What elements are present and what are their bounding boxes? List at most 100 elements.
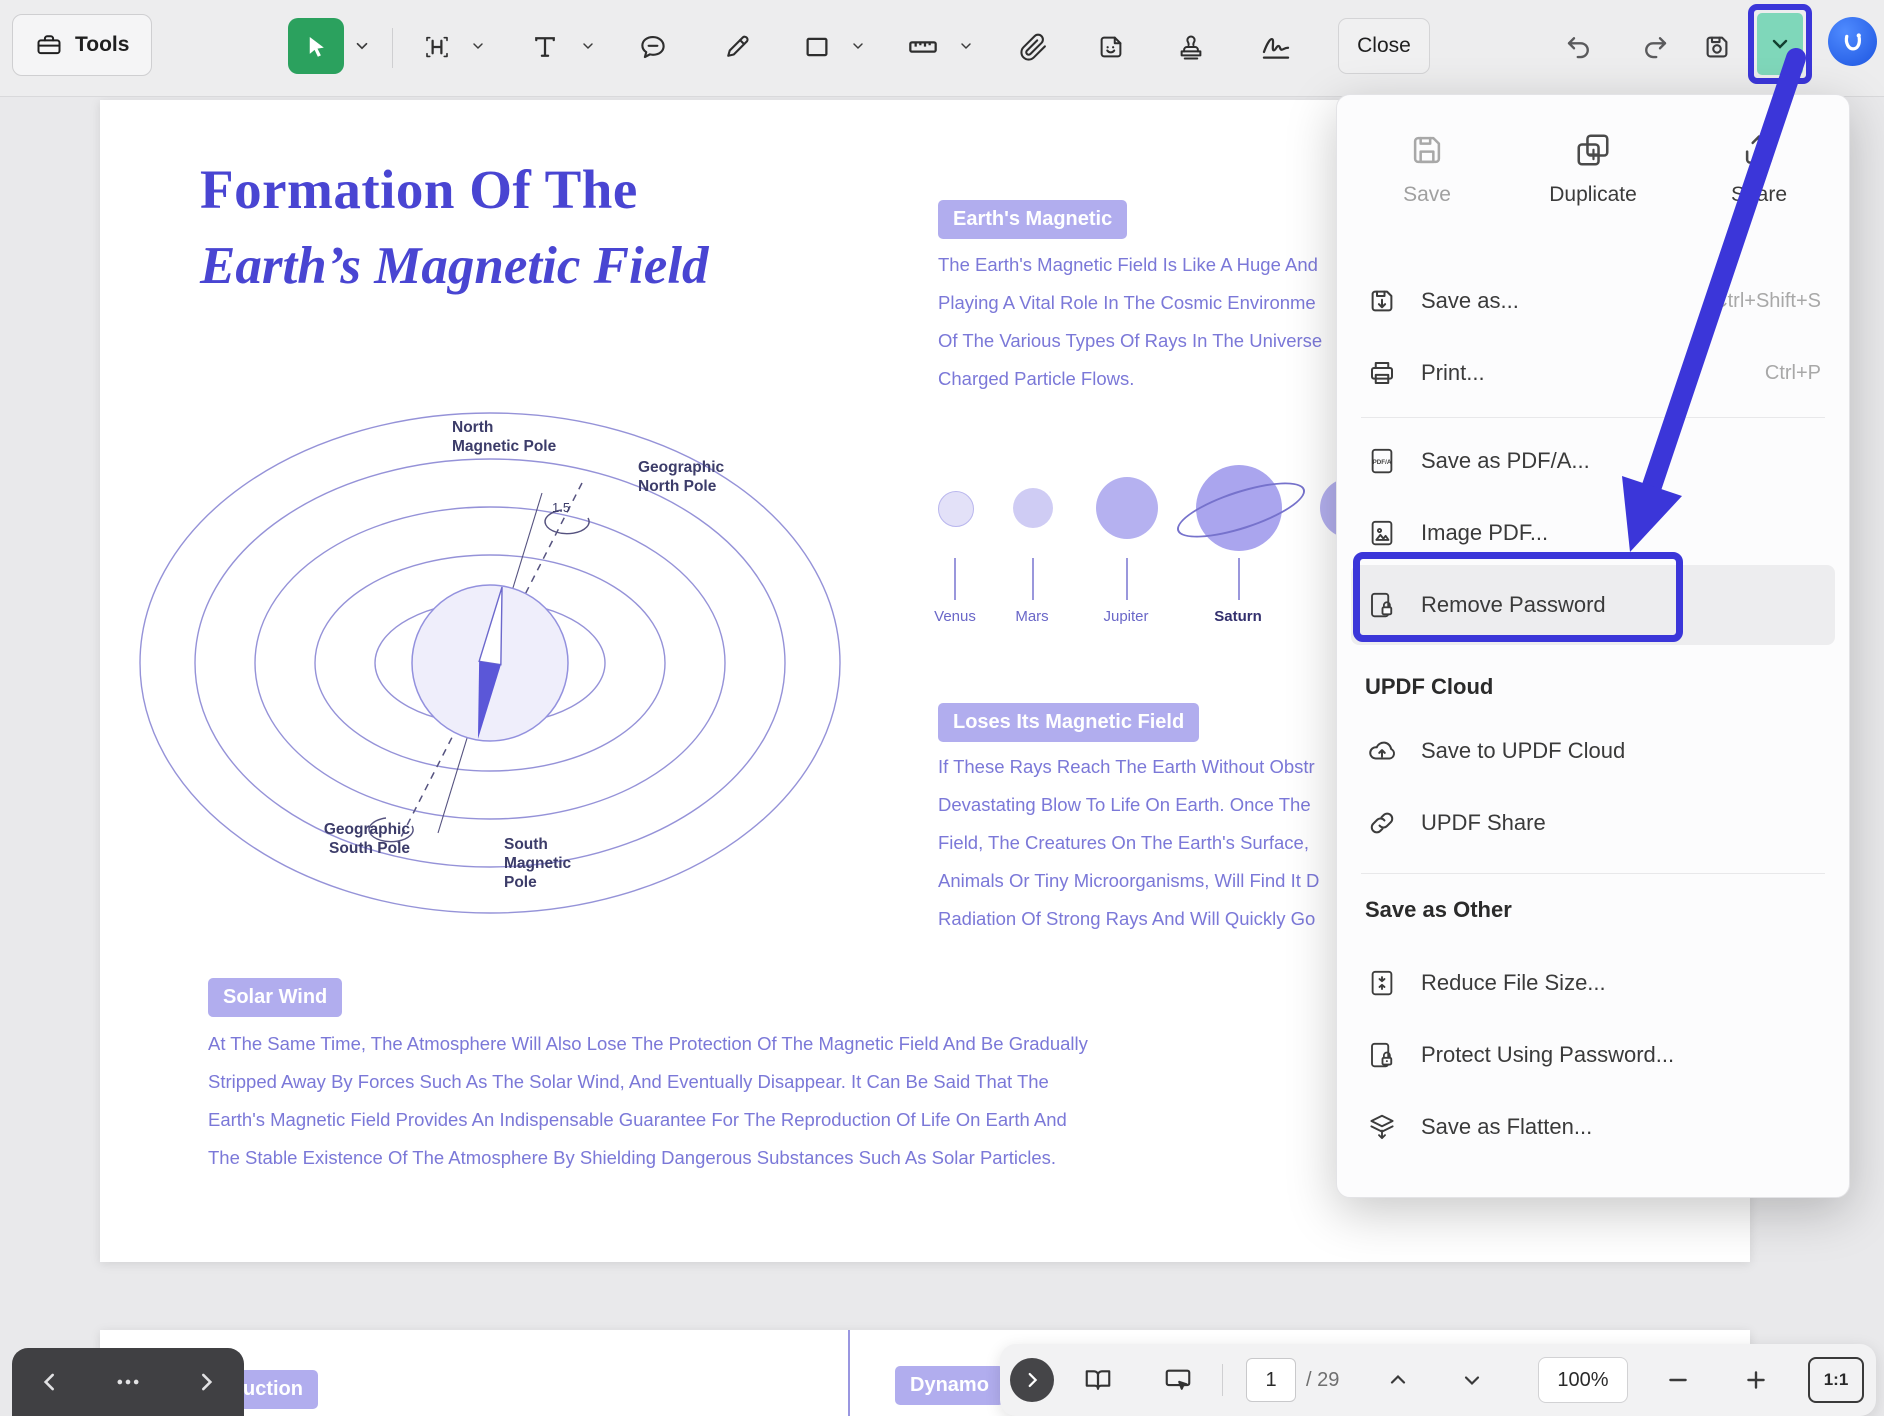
zoom-level-button[interactable]: 100% [1538, 1357, 1628, 1403]
page2-column-divider [848, 1330, 850, 1416]
badge-loses-magnetic-field: Loses Its Magnetic Field [938, 703, 1199, 742]
comment-tool-icon [638, 32, 668, 62]
heading-tool-icon [422, 32, 452, 62]
comment-tool-button[interactable] [628, 22, 678, 72]
shape-tool-chevron-down-icon[interactable] [848, 36, 868, 56]
menu-item-save-as-flatten[interactable]: Save as Flatten... [1337, 1091, 1849, 1163]
measure-tool-button[interactable] [898, 22, 948, 72]
menu-item-label: Protect Using Password... [1421, 1042, 1674, 1068]
planet-stem [1032, 558, 1034, 600]
menu-item-shortcut: Ctrl+Shift+S [1713, 290, 1821, 313]
actual-size-button[interactable]: 1:1 [1808, 1357, 1864, 1403]
page-nav-bar [12, 1348, 244, 1416]
page-number-input[interactable] [1246, 1358, 1296, 1402]
menu-item-label: Save as Flatten... [1421, 1114, 1592, 1140]
signature-tool-icon [1259, 30, 1293, 64]
remove-password-icon [1365, 590, 1399, 620]
badge-dynamo-partial: Dynamo [895, 1366, 1004, 1405]
pen-tool-button[interactable] [712, 22, 762, 72]
sticker-tool-button[interactable] [1086, 22, 1136, 72]
zoom-in-button[interactable] [1734, 1358, 1778, 1402]
top-toolbar: Tools [0, 0, 1884, 97]
pen-tool-icon [722, 32, 752, 62]
signature-tool-button[interactable] [1246, 22, 1306, 72]
toolbar-divider [392, 28, 393, 68]
presentation-button[interactable] [1156, 1358, 1200, 1402]
stamp-tool-button[interactable] [1166, 22, 1216, 72]
pdfa-doc-icon: PDF/A [1365, 446, 1399, 476]
menu-item-shortcut: Ctrl+P [1765, 362, 1821, 385]
attachment-tool-icon [1019, 33, 1048, 62]
diagram-label-geographic-north-pole: GeographicNorth Pole [638, 458, 724, 496]
menu-quick-save[interactable]: Save [1347, 131, 1507, 207]
menu-divider [1361, 417, 1825, 418]
menu-quick-share-label: Share [1731, 183, 1787, 207]
heading-tool-chevron-down-icon[interactable] [468, 36, 488, 56]
prev-page-button[interactable] [37, 1369, 63, 1395]
planet-stem [1238, 558, 1240, 600]
menu-section-header-save-as-other: Save as Other [1365, 890, 1512, 930]
badge-solar-wind: Solar Wind [208, 978, 342, 1017]
planet-label-jupiter: Jupiter [1081, 608, 1171, 625]
save-as-icon [1365, 286, 1399, 316]
menu-item-updf-share[interactable]: UPDF Share [1337, 787, 1849, 859]
reduce-size-icon [1365, 968, 1399, 998]
more-options-button[interactable] [114, 1368, 142, 1396]
save-options-menu: Save Duplicate Share Save as... Ctrl+Shi… [1336, 94, 1850, 1198]
save-button-toolbar[interactable] [1694, 24, 1740, 70]
page-total-label: / 29 [1306, 1358, 1339, 1402]
text-tool-chevron-down-icon[interactable] [578, 36, 598, 56]
planet-label-saturn: Saturn [1193, 608, 1283, 625]
shape-tool-button[interactable] [792, 22, 842, 72]
menu-section-header-updf-cloud: UPDF Cloud [1365, 667, 1493, 707]
planet-jupiter [1096, 477, 1158, 539]
zoom-out-button[interactable] [1656, 1358, 1700, 1402]
planet-label-mars: Mars [987, 608, 1077, 625]
shape-tool-icon [802, 32, 832, 62]
text-tool-button[interactable] [520, 22, 570, 72]
menu-item-remove-password[interactable]: Remove Password [1337, 569, 1849, 641]
undo-icon [1564, 32, 1594, 62]
tools-button[interactable]: Tools [12, 14, 152, 76]
menu-item-print[interactable]: Print... Ctrl+P [1337, 337, 1849, 409]
menu-item-label: Save as PDF/A... [1421, 448, 1590, 474]
planet-stem [954, 558, 956, 600]
expand-panel-button[interactable] [1010, 1358, 1054, 1402]
menu-item-protect-using-password[interactable]: Protect Using Password... [1337, 1019, 1849, 1091]
next-page-chevron-button[interactable] [1450, 1358, 1494, 1402]
menu-item-image-pdf[interactable]: Image PDF... [1337, 497, 1849, 569]
updf-logo-icon[interactable] [1828, 17, 1877, 66]
duplicate-icon [1574, 131, 1612, 169]
select-tool-chevron-down-icon[interactable] [352, 36, 372, 56]
select-cursor-icon [303, 33, 330, 60]
save-options-button [1757, 13, 1803, 75]
menu-item-save-as[interactable]: Save as... Ctrl+Shift+S [1337, 265, 1849, 337]
cloud-upload-icon [1365, 736, 1399, 766]
badge-earths-magnetic: Earth's Magnetic [938, 200, 1127, 239]
undo-button[interactable] [1556, 24, 1602, 70]
share-icon [1740, 131, 1778, 169]
close-button[interactable]: Close [1338, 18, 1430, 74]
redo-button[interactable] [1632, 24, 1678, 70]
menu-item-save-as-pdfa[interactable]: PDF/A Save as PDF/A... [1337, 425, 1849, 497]
menu-quick-share[interactable]: Share [1679, 131, 1839, 207]
menu-quick-duplicate[interactable]: Duplicate [1513, 131, 1673, 207]
menu-item-save-to-updf-cloud[interactable]: Save to UPDF Cloud [1337, 715, 1849, 787]
paragraph-earths-magnetic: The Earth's Magnetic Field Is Like A Hug… [938, 246, 1322, 398]
link-icon [1365, 808, 1399, 838]
menu-quick-duplicate-label: Duplicate [1549, 183, 1637, 207]
menu-item-label: Remove Password [1421, 592, 1606, 618]
measure-tool-chevron-down-icon[interactable] [956, 36, 976, 56]
reader-mode-button[interactable] [1076, 1358, 1120, 1402]
next-page-button[interactable] [193, 1369, 219, 1395]
heading-tool-button[interactable] [412, 22, 462, 72]
previous-page-chevron-button[interactable] [1376, 1358, 1420, 1402]
select-tool-button[interactable] [288, 18, 344, 74]
menu-item-reduce-file-size[interactable]: Reduce File Size... [1337, 947, 1849, 1019]
menu-quick-save-label: Save [1403, 183, 1451, 207]
menu-item-label: Print... [1421, 360, 1485, 386]
minus-icon [1665, 1367, 1691, 1393]
measure-tool-icon [907, 31, 939, 63]
menu-item-label: Save to UPDF Cloud [1421, 738, 1625, 764]
attachment-tool-button[interactable] [1008, 22, 1058, 72]
